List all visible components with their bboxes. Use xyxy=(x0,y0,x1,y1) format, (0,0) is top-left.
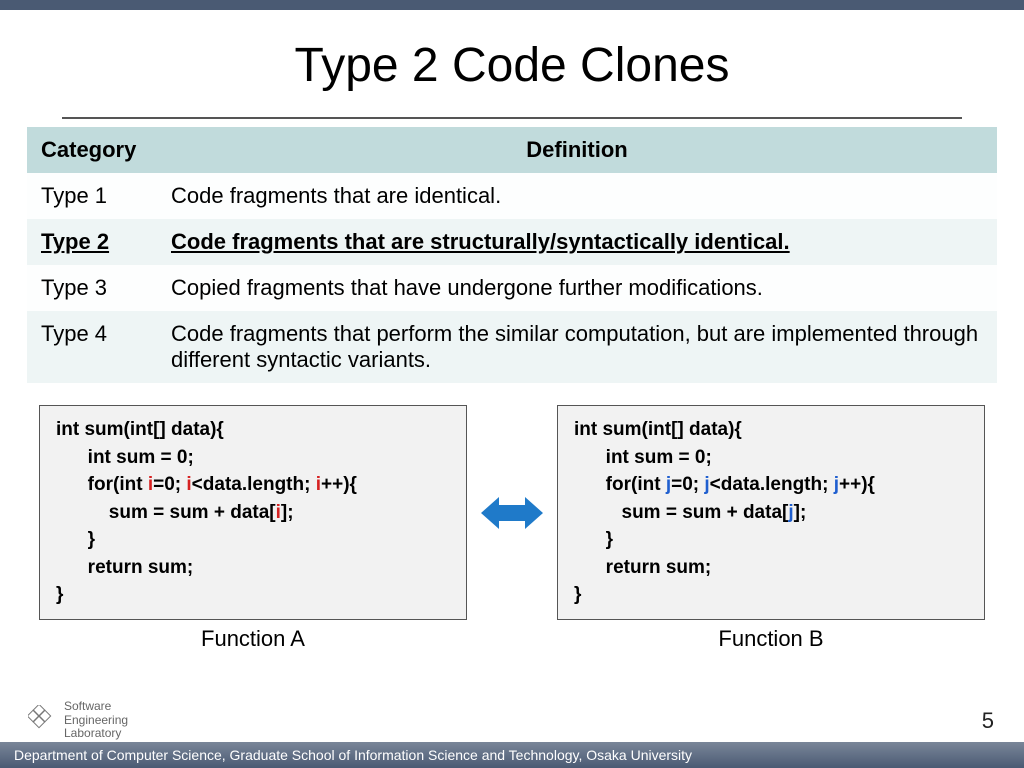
header-category: Category xyxy=(27,127,157,173)
table-row: Type 1 Code fragments that are identical… xyxy=(27,173,997,219)
definitions-table: Category Definition Type 1 Code fragment… xyxy=(27,127,997,383)
type-definition: Code fragments that are identical. xyxy=(157,173,997,219)
lab-name: Software Engineering Laboratory xyxy=(64,700,128,740)
top-accent-bar xyxy=(0,0,1024,10)
lab-logo: Software Engineering Laboratory xyxy=(28,700,128,740)
function-a-label: Function A xyxy=(201,626,305,652)
type-label: Type 2 xyxy=(27,219,157,265)
code-comparison: int sum(int[] data){ int sum = 0; for(in… xyxy=(0,405,1024,652)
type-label: Type 3 xyxy=(27,265,157,311)
table-row: Type 2 Code fragments that are structura… xyxy=(27,219,997,265)
type-label: Type 4 xyxy=(27,311,157,383)
slide-number: 5 xyxy=(982,708,994,734)
footer: Department of Computer Science, Graduate… xyxy=(0,742,1024,768)
footer-dept: Department of Computer Science, Graduate… xyxy=(0,742,1024,768)
table-row: Type 4 Code fragments that perform the s… xyxy=(27,311,997,383)
slide-title: Type 2 Code Clones xyxy=(0,38,1024,93)
type-definition: Code fragments that are structurally/syn… xyxy=(157,219,997,265)
code-box-b: int sum(int[] data){ int sum = 0; for(in… xyxy=(557,405,985,620)
function-b-column: int sum(int[] data){ int sum = 0; for(in… xyxy=(557,405,985,652)
function-b-label: Function B xyxy=(718,626,823,652)
double-arrow-icon xyxy=(479,493,545,563)
table-row: Type 3 Copied fragments that have underg… xyxy=(27,265,997,311)
lab-diamond-icon xyxy=(28,705,58,735)
type-definition: Code fragments that perform the similar … xyxy=(157,311,997,383)
code-box-a: int sum(int[] data){ int sum = 0; for(in… xyxy=(39,405,467,620)
function-a-column: int sum(int[] data){ int sum = 0; for(in… xyxy=(39,405,467,652)
title-underline xyxy=(62,117,962,119)
type-label: Type 1 xyxy=(27,173,157,219)
type-definition: Copied fragments that have undergone fur… xyxy=(157,265,997,311)
header-definition: Definition xyxy=(157,127,997,173)
